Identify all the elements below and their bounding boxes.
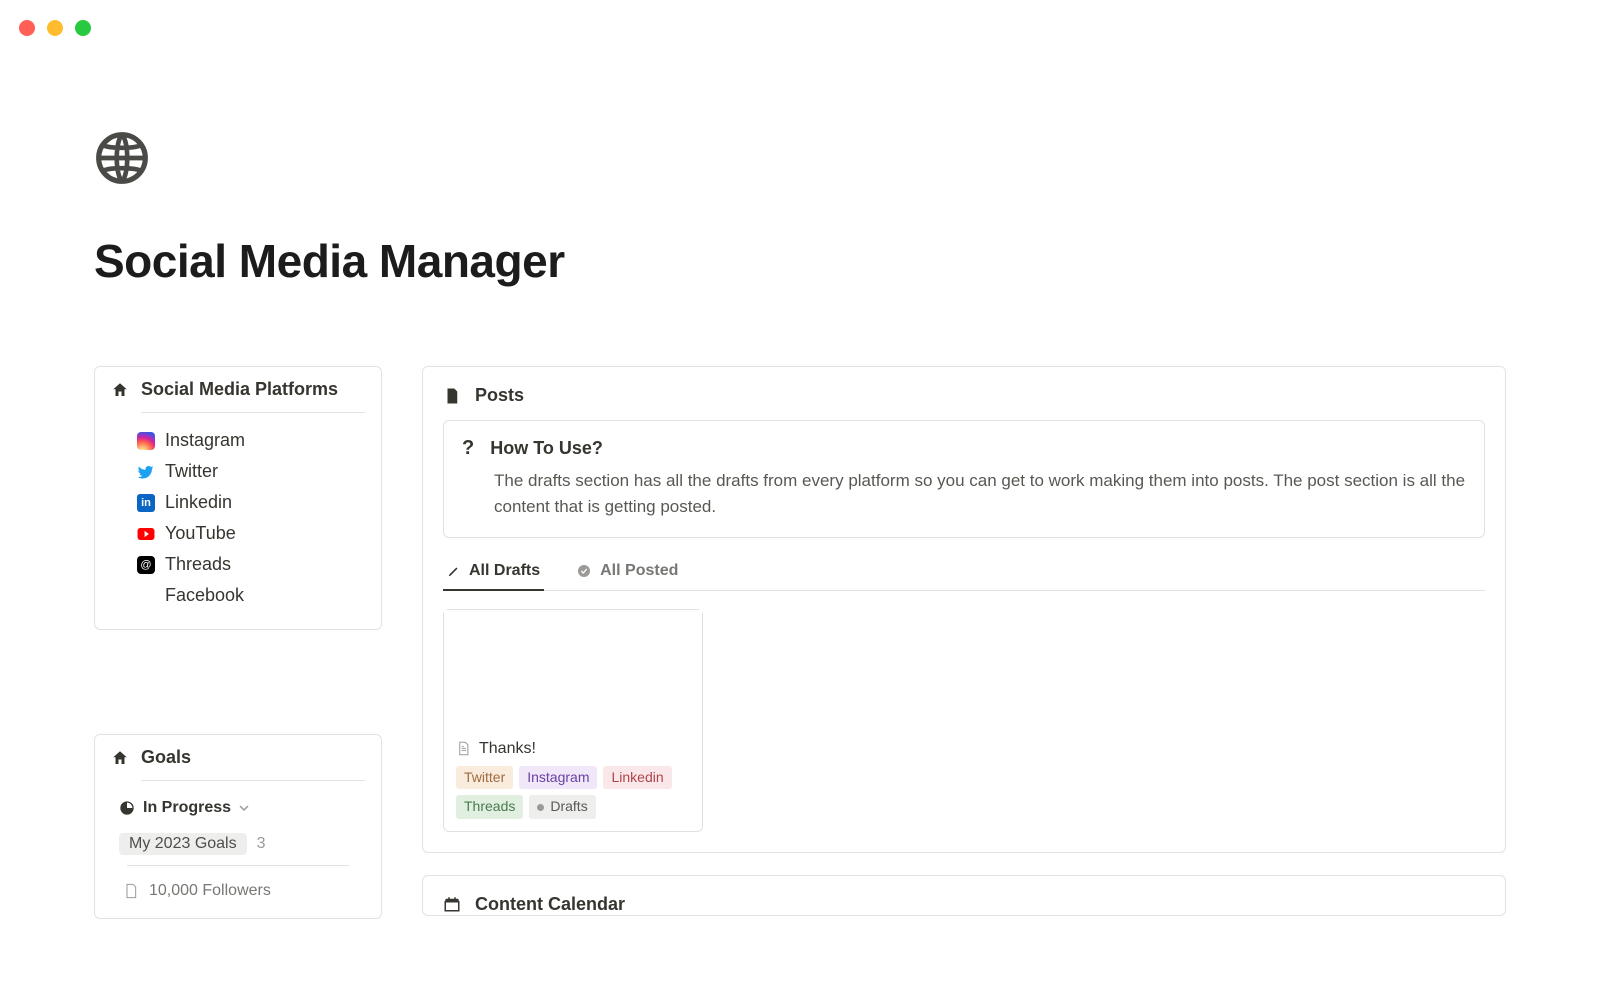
posts-card: Posts ? How To Use? The drafts section h… [422, 366, 1506, 853]
goals-group-count: 3 [257, 835, 266, 853]
tab-label: All Drafts [469, 562, 540, 580]
check-circle-icon [576, 563, 592, 579]
tag-twitter: Twitter [456, 766, 513, 790]
tag-linkedin: Linkedin [603, 766, 671, 790]
pencil-icon [447, 564, 461, 578]
draft-card-title: Thanks! [479, 740, 536, 758]
draft-card-cover [444, 610, 702, 730]
goals-card: Goals In Progress My 2023 Goals 3 [94, 734, 382, 919]
tag-instagram: Instagram [519, 766, 597, 790]
youtube-icon [137, 525, 155, 543]
content-calendar-heading: Content Calendar [475, 894, 625, 915]
window-traffic-lights [19, 20, 91, 36]
question-icon: ? [462, 437, 474, 460]
calendar-icon [443, 895, 461, 913]
platform-item-linkedin[interactable]: in Linkedin [137, 487, 365, 518]
goal-item[interactable]: 10,000 Followers [111, 878, 365, 900]
content-calendar-card: Content Calendar [422, 875, 1506, 916]
goals-view-label: In Progress [143, 799, 231, 817]
goal-item-label: 10,000 Followers [149, 882, 271, 900]
home-icon [111, 381, 129, 399]
platform-label: Threads [165, 554, 231, 575]
instagram-icon [137, 432, 155, 450]
posts-tabs: All Drafts All Posted [443, 556, 1485, 591]
how-to-use-callout: ? How To Use? The drafts section has all… [443, 420, 1485, 538]
page-title: Social Media Manager [94, 234, 1506, 288]
platforms-heading: Social Media Platforms [141, 379, 338, 400]
goals-heading: Goals [141, 747, 191, 768]
platform-item-threads[interactable]: @ Threads [137, 549, 365, 580]
callout-body: The drafts section has all the drafts fr… [494, 468, 1466, 521]
platforms-list: Instagram Twitter in Linkedin YouTub [111, 425, 365, 611]
tab-all-drafts[interactable]: All Drafts [443, 556, 544, 590]
platform-label: Instagram [165, 430, 245, 451]
page-icon-globe[interactable] [94, 130, 150, 186]
platform-label: Facebook [165, 585, 244, 606]
platform-label: Twitter [165, 461, 218, 482]
platforms-card: Social Media Platforms Instagram Twitter [94, 366, 382, 630]
tab-all-posted[interactable]: All Posted [572, 556, 682, 590]
platform-item-twitter[interactable]: Twitter [137, 456, 365, 487]
chevron-down-icon [239, 803, 249, 813]
home-icon [111, 749, 129, 767]
page-icon [456, 740, 471, 757]
linkedin-icon: in [137, 494, 155, 512]
tag-threads: Threads [456, 795, 523, 819]
goals-group-pill: My 2023 Goals [119, 833, 247, 855]
threads-icon: @ [137, 556, 155, 574]
facebook-icon [137, 587, 155, 605]
tab-label: All Posted [600, 562, 678, 580]
platform-label: Linkedin [165, 492, 232, 513]
goals-view-selector[interactable]: In Progress [111, 793, 365, 829]
twitter-icon [137, 463, 155, 481]
goals-group-row[interactable]: My 2023 Goals 3 [111, 829, 365, 865]
draft-card-tags: Twitter Instagram Linkedin Threads Draft… [456, 766, 690, 819]
platform-item-instagram[interactable]: Instagram [137, 425, 365, 456]
tag-drafts: Drafts [529, 795, 595, 819]
platform-label: YouTube [165, 523, 236, 544]
platform-item-facebook[interactable]: Facebook [137, 580, 365, 611]
window-zoom-button[interactable] [75, 20, 91, 36]
file-icon [443, 386, 461, 406]
posts-heading: Posts [475, 385, 524, 406]
draft-card[interactable]: Thanks! Twitter Instagram Linkedin Threa… [443, 609, 703, 832]
progress-icon [119, 800, 135, 816]
window-close-button[interactable] [19, 20, 35, 36]
globe-icon [94, 130, 150, 186]
window-minimize-button[interactable] [47, 20, 63, 36]
page-icon [123, 883, 139, 899]
callout-title: How To Use? [490, 438, 603, 459]
platform-item-youtube[interactable]: YouTube [137, 518, 365, 549]
